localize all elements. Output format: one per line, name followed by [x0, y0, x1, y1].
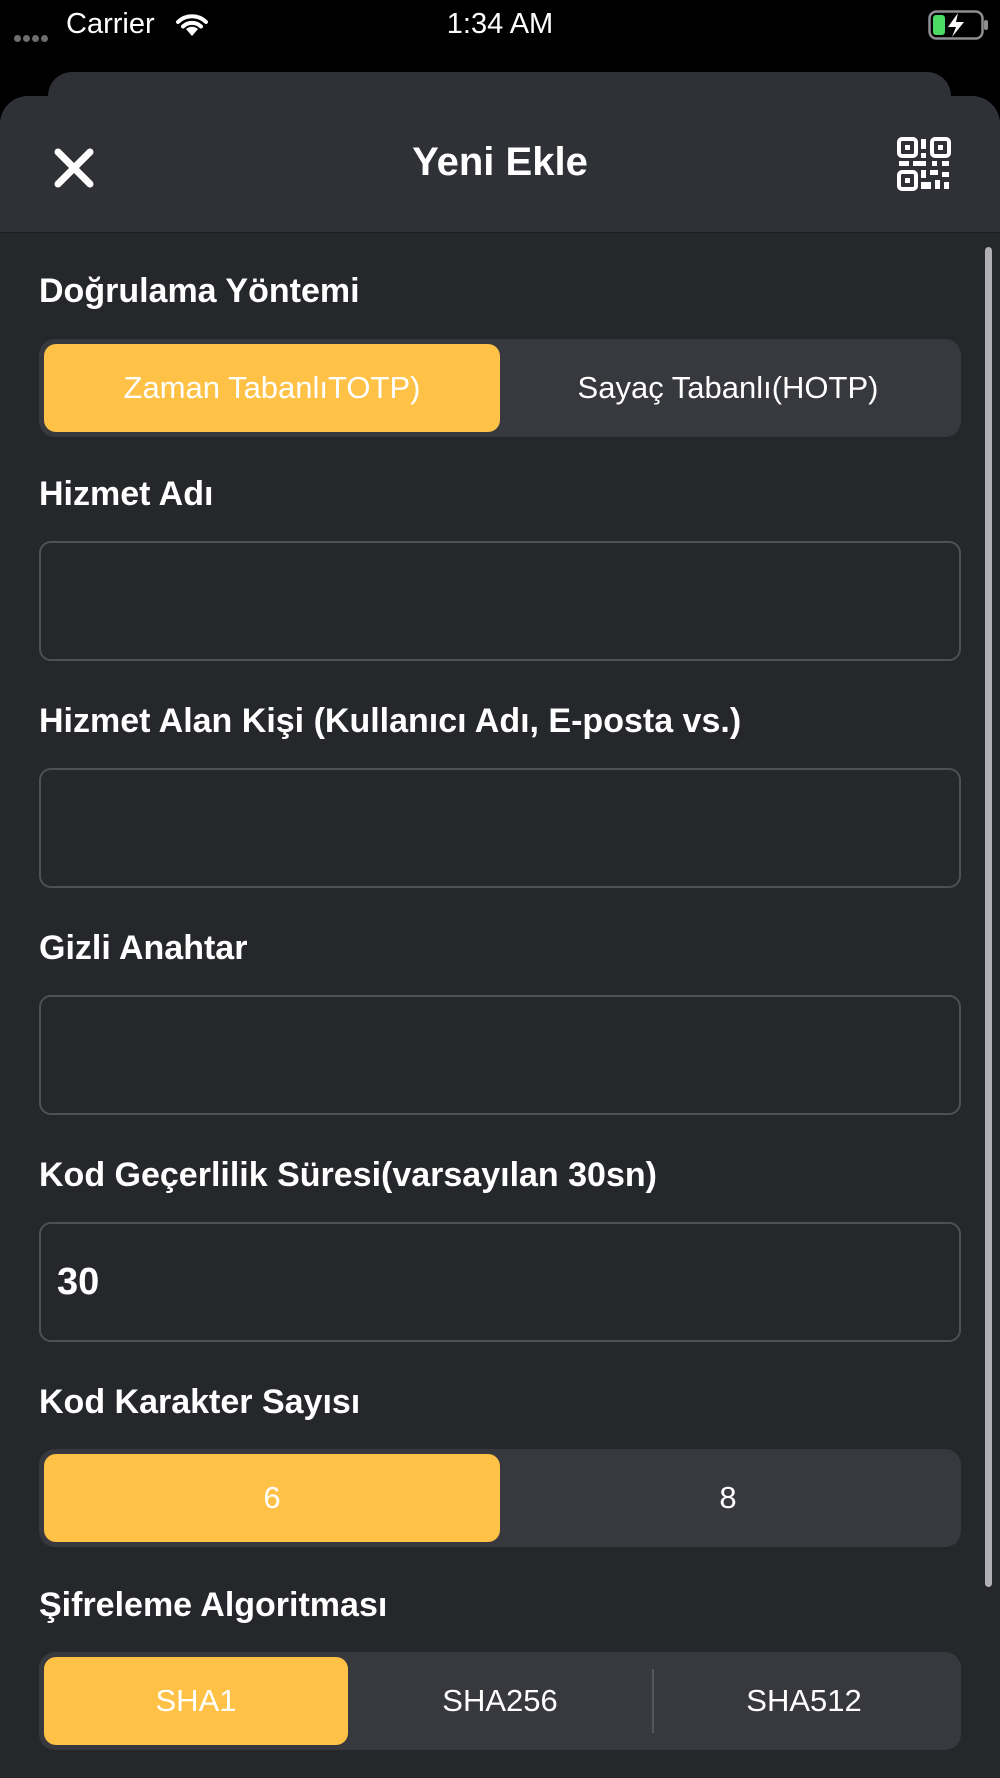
status-time: 1:34 AM [446, 8, 554, 40]
qr-scan-button[interactable] [896, 136, 956, 196]
navigation-bar: Yeni Ekle [0, 96, 1000, 233]
validity-period-label: Kod Geçerlilik Süresi(varsayılan 30sn) [39, 1156, 657, 1194]
validity-period-input[interactable]: 30 [39, 1222, 961, 1342]
battery-charging-icon [928, 10, 990, 45]
scrollbar[interactable] [985, 247, 992, 1587]
algorithm-label: Şifreleme Algoritması [39, 1586, 388, 1624]
service-name-input[interactable] [39, 541, 961, 661]
service-name-label: Hizmet Adı [39, 475, 214, 513]
account-name-label: Hizmet Alan Kişi (Kullanıcı Adı, E-posta… [39, 702, 742, 740]
segment-hotp[interactable]: Sayaç Tabanlı(HOTP) [500, 344, 956, 432]
segment-sha256[interactable]: SHA256 [348, 1657, 652, 1745]
form-content: Doğrulama Yöntemi Zaman TabanlıTOTP) Say… [0, 233, 1000, 1778]
algorithm-selector: SHA1 SHA256 SHA512 [39, 1652, 961, 1750]
secret-key-label: Gizli Anahtar [39, 929, 248, 967]
segment-sha1[interactable]: SHA1 [44, 1657, 348, 1745]
add-new-sheet: Yeni Ekle Doğrulama Yöntemi Zaman Tabanl… [0, 96, 1000, 1778]
qr-code-icon [897, 137, 951, 191]
account-name-input[interactable] [39, 768, 961, 888]
auth-method-label: Doğrulama Yöntemi [39, 272, 360, 310]
digits-selector: 6 8 [39, 1449, 961, 1547]
page-title: Yeni Ekle [412, 140, 588, 184]
segment-digits-8[interactable]: 8 [500, 1454, 956, 1542]
digits-label: Kod Karakter Sayısı [39, 1383, 361, 1421]
status-bar: Carrier 1:34 AM [0, 0, 1000, 50]
segment-sha512[interactable]: SHA512 [652, 1657, 956, 1745]
auth-method-selector: Zaman TabanlıTOTP) Sayaç Tabanlı(HOTP) [39, 339, 961, 437]
segment-digits-6[interactable]: 6 [44, 1454, 500, 1542]
segment-totp[interactable]: Zaman TabanlıTOTP) [44, 344, 500, 432]
secret-key-input[interactable] [39, 995, 961, 1115]
